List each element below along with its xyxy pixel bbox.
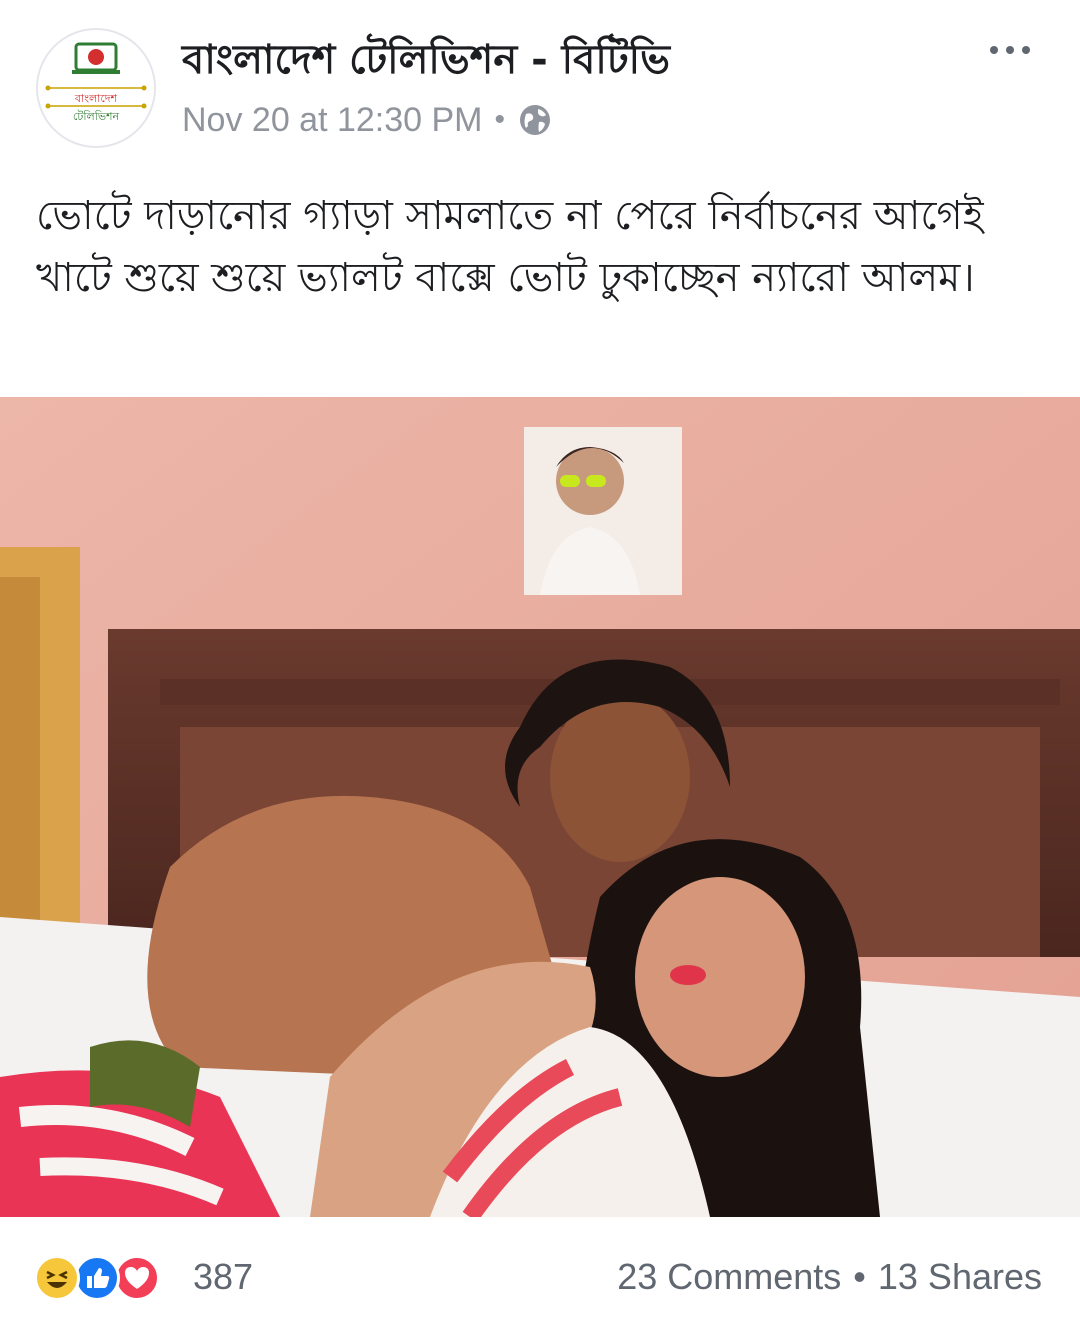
engagement-separator: • [853,1256,866,1297]
page-name-link[interactable]: বাংলাদেশ টেলিভিশন - বিটিভি [182,28,670,95]
haha-icon [34,1255,80,1301]
post-meta: Nov 20 at 12:30 PM • [182,98,553,142]
comments-count-link[interactable]: 23 Comments [617,1254,841,1300]
meta-separator: • [494,103,506,136]
like-icon [74,1255,120,1301]
globe-icon[interactable] [517,102,553,138]
reaction-icons[interactable] [34,1254,160,1302]
more-dot [1022,46,1030,54]
more-options-button[interactable] [980,30,1040,70]
page-avatar[interactable]: বাংলাদেশ টেলিভিশন [36,28,156,148]
reaction-count[interactable]: 387 [193,1254,253,1300]
post-header: বাংলাদেশ টেলিভিশন বাংলাদেশ টেলিভিশন - বি… [0,0,1080,160]
more-dots-icon [990,46,998,54]
post-photo[interactable] [0,397,1080,1217]
post-text: ভোটে দাড়ানোর গ্যাড়া সামলাতে না পেরে নি… [36,193,984,301]
shares-count-link[interactable]: 13 Shares [878,1254,1042,1300]
post-timestamp[interactable]: Nov 20 at 12:30 PM [182,101,483,140]
avatar-text-line1: বাংলাদেশ [74,92,118,105]
btv-logo-icon: বাংলাদেশ টেলিভিশন [40,32,152,144]
love-icon [114,1255,160,1301]
avatar-text-line2: টেলিভিশন [73,110,120,123]
more-dot [1006,46,1014,54]
bedroom-photo-image [0,397,1080,1217]
engagement-counts: 23 Comments • 13 Shares [617,1254,1042,1300]
